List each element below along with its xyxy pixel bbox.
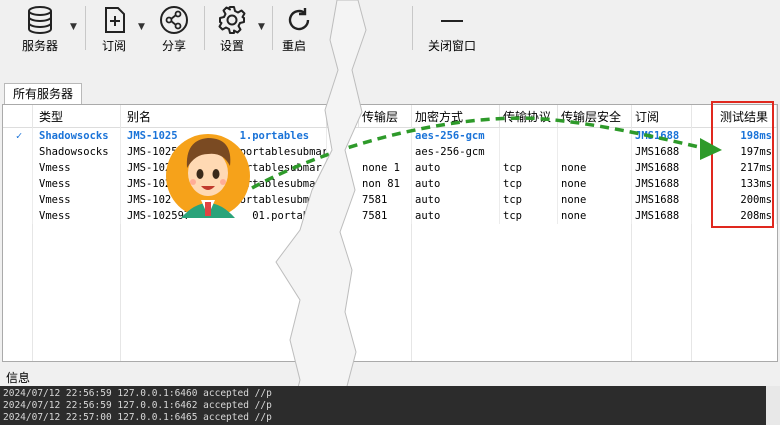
torn-edge [275,0,367,425]
log-line: 2024/07/12 22:57:00 127.0.0.1:6465 accep… [3,412,272,423]
log-panel: 2024/07/12 22:56:59 127.0.0.1:6460 accep… [0,386,780,425]
log-line: 2024/07/12 22:56:59 127.0.0.1:6462 accep… [3,400,272,411]
log-line: 2024/07/12 22:56:59 127.0.0.1:6460 accep… [3,388,272,399]
log-scrollbar[interactable] [766,386,780,425]
info-label: 信息 [6,371,31,385]
